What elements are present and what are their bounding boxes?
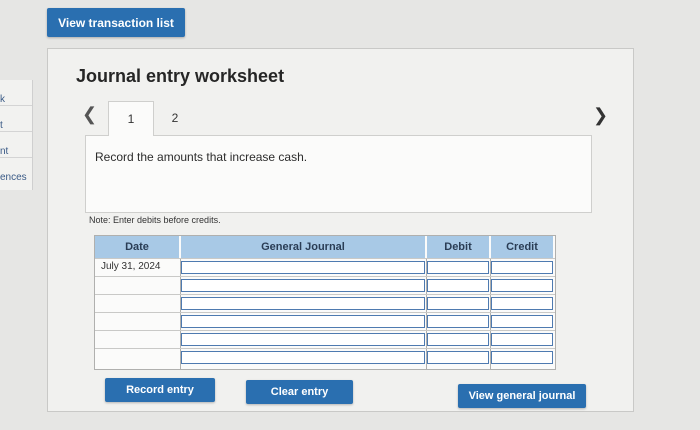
instruction-box: Record the amounts that increase cash. <box>85 135 592 213</box>
note-text: Note: Enter debits before credits. <box>89 215 221 225</box>
credit-input[interactable] <box>491 297 553 310</box>
table-row <box>95 294 555 313</box>
table-row <box>95 276 555 295</box>
table-row: July 31, 2024 <box>95 258 555 277</box>
credit-input[interactable] <box>491 315 553 328</box>
left-sidebar: k t nt ences <box>0 80 33 190</box>
sidebar-item-4[interactable]: ences <box>0 172 27 183</box>
credit-input[interactable] <box>491 279 553 292</box>
account-input[interactable] <box>181 333 425 346</box>
column-header-debit: Debit <box>427 236 489 258</box>
debit-input[interactable] <box>427 315 489 328</box>
table-row <box>95 348 555 367</box>
account-input[interactable] <box>181 279 425 292</box>
journal-worksheet-panel: Journal entry worksheet ❮ 1 2 ❯ Record t… <box>47 48 634 412</box>
table-row <box>95 330 555 349</box>
record-entry-button[interactable]: Record entry <box>105 378 215 402</box>
debit-input[interactable] <box>427 279 489 292</box>
credit-input[interactable] <box>491 351 553 364</box>
debit-input[interactable] <box>427 297 489 310</box>
debit-input[interactable] <box>427 261 489 274</box>
account-input[interactable] <box>181 315 425 328</box>
column-header-credit: Credit <box>491 236 553 258</box>
instruction-text: Record the amounts that increase cash. <box>95 150 308 164</box>
debit-input[interactable] <box>427 351 489 364</box>
tab-1[interactable]: 1 <box>108 101 154 136</box>
sidebar-item-1[interactable]: k <box>0 94 32 106</box>
sidebar-item-2[interactable]: t <box>0 120 32 132</box>
tab-2[interactable]: 2 <box>163 101 187 135</box>
clear-entry-button[interactable]: Clear entry <box>246 380 353 404</box>
chevron-left-icon[interactable]: ❮ <box>82 104 97 125</box>
view-general-journal-button[interactable]: View general journal <box>458 384 586 408</box>
debit-input[interactable] <box>427 333 489 346</box>
table-row <box>95 312 555 331</box>
credit-input[interactable] <box>491 333 553 346</box>
account-input[interactable] <box>181 261 425 274</box>
date-cell: July 31, 2024 <box>101 261 161 272</box>
credit-input[interactable] <box>491 261 553 274</box>
view-transaction-list-button[interactable]: View transaction list <box>47 8 185 37</box>
column-header-general-journal: General Journal <box>181 236 425 258</box>
page-title: Journal entry worksheet <box>76 66 285 86</box>
account-input[interactable] <box>181 351 425 364</box>
column-header-date: Date <box>95 236 179 258</box>
account-input[interactable] <box>181 297 425 310</box>
sidebar-item-3[interactable]: nt <box>0 146 32 158</box>
journal-table: Date General Journal Debit Credit July 3… <box>94 235 556 370</box>
chevron-right-icon[interactable]: ❯ <box>593 105 608 126</box>
